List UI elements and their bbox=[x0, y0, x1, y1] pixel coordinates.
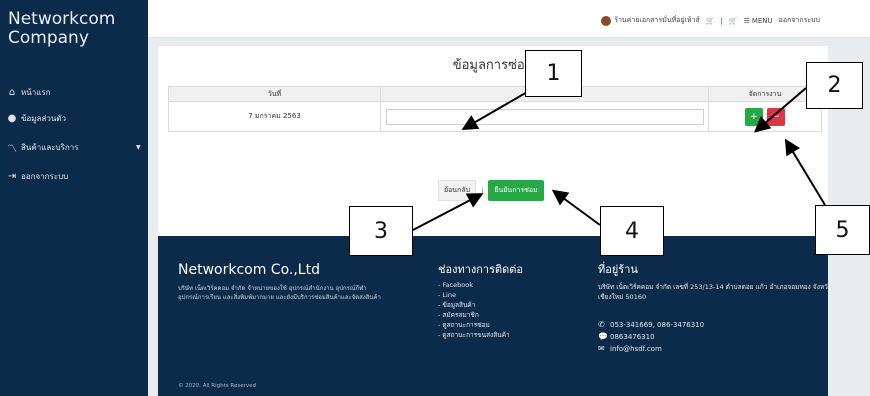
arrow-5 bbox=[784, 138, 826, 206]
callout-arrows bbox=[412, 79, 826, 231]
callout-4: 4 bbox=[600, 206, 664, 256]
arrow-4 bbox=[551, 189, 601, 226]
callout-3: 3 bbox=[349, 206, 413, 256]
callout-1: 1 bbox=[525, 50, 582, 97]
callout-5: 5 bbox=[815, 205, 870, 255]
arrow-3 bbox=[412, 193, 484, 231]
callout-2: 2 bbox=[806, 62, 863, 109]
screen: Networkcom Company ⌂ หน้าแรก ● ข้อมูลส่ว… bbox=[0, 0, 870, 396]
arrow-2 bbox=[753, 87, 807, 133]
